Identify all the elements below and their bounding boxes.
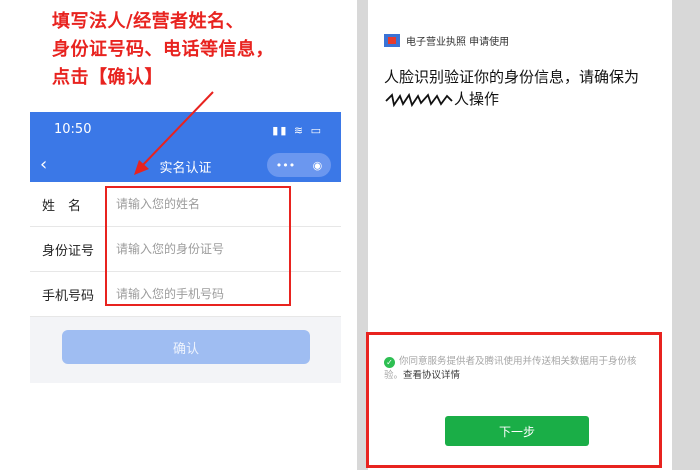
agreement-link[interactable]: 查看协议详情 xyxy=(403,370,460,381)
consent-notice: ✓ 你同意服务提供者及腾讯使用并传送相关数据用于身份核验。查看协议详情 xyxy=(384,355,654,383)
redacted-name-scribble xyxy=(385,92,453,107)
app-header: 电子营业执照 申请使用 xyxy=(384,33,509,48)
business-license-logo-icon xyxy=(384,34,400,47)
headline-text-end: 人操作 xyxy=(454,90,500,108)
next-step-button[interactable]: 下一步 xyxy=(445,416,589,446)
right-phone-screen: 电子营业执照 申请使用 人脸识别验证你的身份信息，请确保为人操作 ✓ 你同意服务提… xyxy=(368,0,672,470)
app-name: 电子营业执照 申请使用 xyxy=(406,37,510,48)
check-icon[interactable]: ✓ xyxy=(384,357,395,368)
face-verify-headline: 人脸识别验证你的身份信息，请确保为人操作 xyxy=(384,66,664,110)
headline-text: 人脸识别验证你的身份信息，请确保为 xyxy=(384,68,640,86)
